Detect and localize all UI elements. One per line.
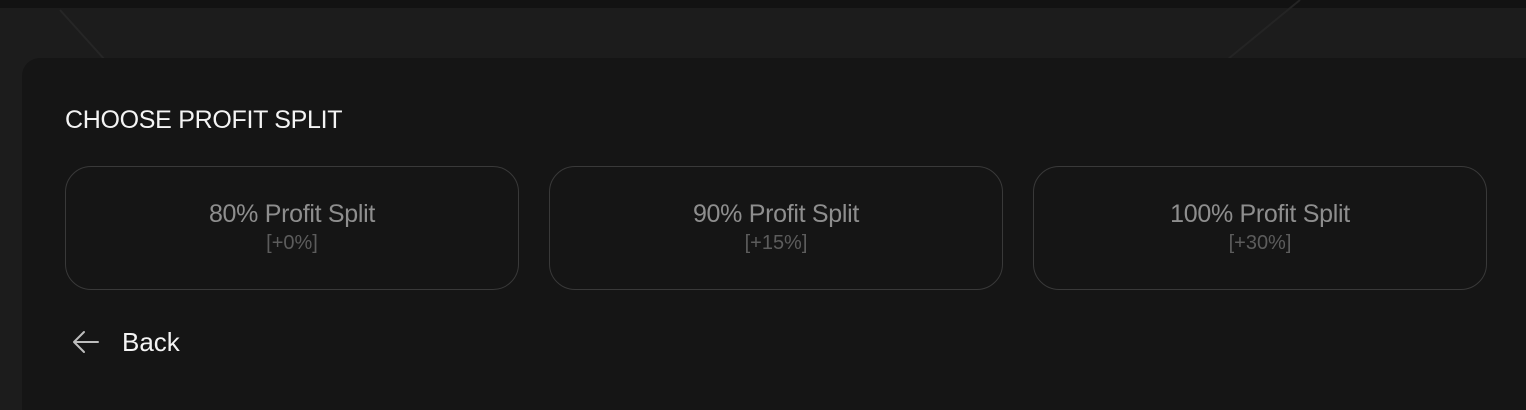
profit-split-options: 80% Profit Split [+0%] 90% Profit Split … <box>65 166 1487 290</box>
option-modifier: [+30%] <box>1228 232 1292 254</box>
option-90-profit-split[interactable]: 90% Profit Split [+15%] <box>549 166 1003 290</box>
back-label: Back <box>122 327 180 357</box>
profit-split-panel: CHOOSE PROFIT SPLIT 80% Profit Split [+0… <box>22 58 1526 410</box>
option-label: 90% Profit Split <box>692 200 860 228</box>
option-modifier: [+15%] <box>744 232 808 254</box>
back-button[interactable]: Back <box>70 322 180 362</box>
option-label: 80% Profit Split <box>208 200 376 228</box>
option-100-profit-split[interactable]: 100% Profit Split [+30%] <box>1033 166 1487 290</box>
arrow-left-icon <box>73 331 99 353</box>
option-modifier: [+0%] <box>266 232 318 254</box>
option-label: 100% Profit Split <box>1170 200 1350 228</box>
option-80-profit-split[interactable]: 80% Profit Split [+0%] <box>65 166 519 290</box>
section-title: CHOOSE PROFIT SPLIT <box>65 106 343 134</box>
